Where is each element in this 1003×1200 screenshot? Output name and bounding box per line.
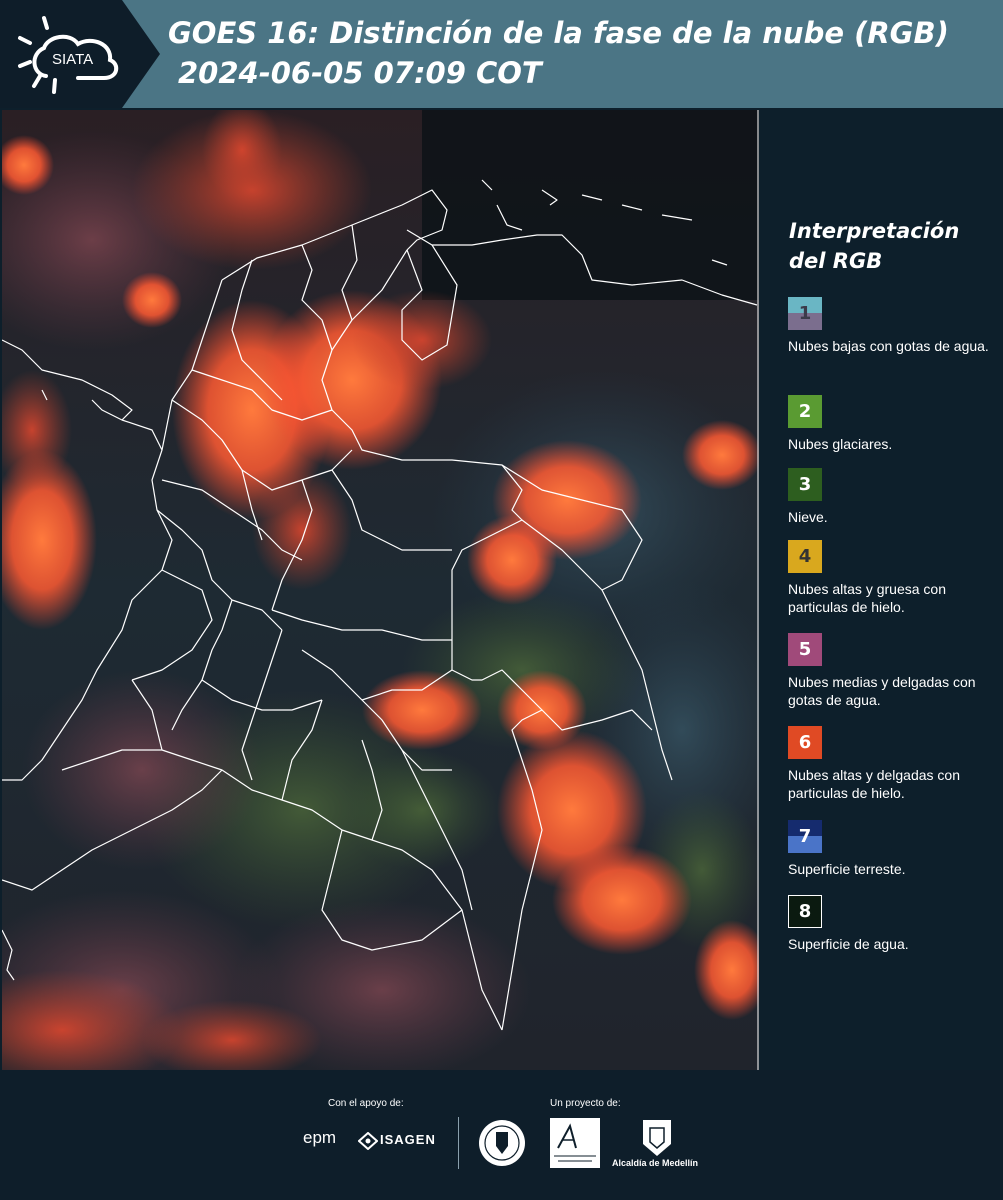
page-subtitle: 2024-06-05 07:09 COT (178, 56, 542, 90)
legend-number-4: 4 (798, 546, 812, 567)
page-title: GOES 16: Distinción de la fase de la nub… (168, 16, 949, 50)
legend-swatch-5: 5 (788, 633, 822, 666)
legend-number-8: 8 (798, 901, 812, 922)
legend-title: Interpretación del RGB (789, 219, 960, 273)
legend-desc-4: Nubes altas y gruesa con particulas de h… (788, 581, 946, 615)
legend-number-5: 5 (798, 639, 812, 660)
epm-logo: epm (303, 1128, 337, 1147)
legend-number-1: 1 (798, 303, 812, 324)
logo-panel: SIATA (0, 0, 160, 108)
legend-item-1: 1 Nubes bajas con gotas de agua. (788, 297, 998, 355)
legend-item-5: 5 Nubes medias y delgadas con gotas de a… (788, 633, 998, 709)
legend-desc-2: Nubes glaciares. (788, 436, 893, 452)
legend-swatch-1: 1 (788, 297, 822, 330)
legend-swatch-8: 8 (788, 895, 822, 928)
area-metropolitana-logo-icon (550, 1118, 600, 1168)
project-label: Un proyecto de: (550, 1098, 621, 1109)
legend-swatch-7: 7 (788, 820, 822, 853)
legend-number-7: 7 (798, 826, 812, 847)
logo-text: SIATA (52, 51, 93, 68)
legend-desc-7: Superficie terreste. (788, 861, 906, 877)
legend-desc-5: Nubes medias y delgadas con gotas de agu… (788, 674, 976, 708)
header-bar: SIATA GOES 16: Distinción de la fase de … (0, 0, 1003, 108)
legend-swatch-3: 3 (788, 468, 822, 501)
legend-desc-6: Nubes altas y delgadas con particulas de… (788, 767, 960, 801)
legend-item-4: 4 Nubes altas y gruesa con particulas de… (788, 540, 998, 616)
legend-desc-3: Nieve. (788, 509, 828, 525)
support-label: Con el apoyo de: (328, 1098, 404, 1109)
legend-desc-1: Nubes bajas con gotas de agua. (788, 338, 989, 354)
alcaldia-shield-icon (643, 1120, 671, 1156)
legend-swatch-2: 2 (788, 395, 822, 428)
legend-item-7: 7 Superficie terreste. (788, 820, 998, 878)
university-seal-icon (479, 1120, 525, 1166)
legend-item-3: 3 Nieve. (788, 468, 998, 526)
legend-desc-8: Superficie de agua. (788, 936, 909, 952)
legend-swatch-4: 4 (788, 540, 822, 573)
satellite-map (2, 110, 759, 1070)
legend-number-6: 6 (798, 732, 812, 753)
footer: Con el apoyo de: epm ISAGEN Un proyecto … (0, 1070, 1003, 1200)
legend-item-6: 6 Nubes altas y delgadas con particulas … (788, 726, 998, 802)
footer-divider (458, 1117, 459, 1169)
isagen-logo-icon (358, 1132, 378, 1150)
legend-item-2: 2 Nubes glaciares. (788, 395, 998, 453)
legend-number-2: 2 (798, 401, 812, 422)
legend-swatch-6: 6 (788, 726, 822, 759)
alcaldia-label: Alcaldía de Medellín (612, 1158, 699, 1168)
legend-item-8: 8 Superficie de agua. (788, 895, 998, 953)
satellite-image (2, 110, 759, 1070)
legend-number-3: 3 (798, 474, 812, 495)
legend-panel: Interpretación del RGB 1 Nubes bajas con… (770, 110, 1003, 1070)
isagen-logo: ISAGEN (380, 1132, 436, 1147)
siata-logo-icon: SIATA (18, 16, 119, 94)
